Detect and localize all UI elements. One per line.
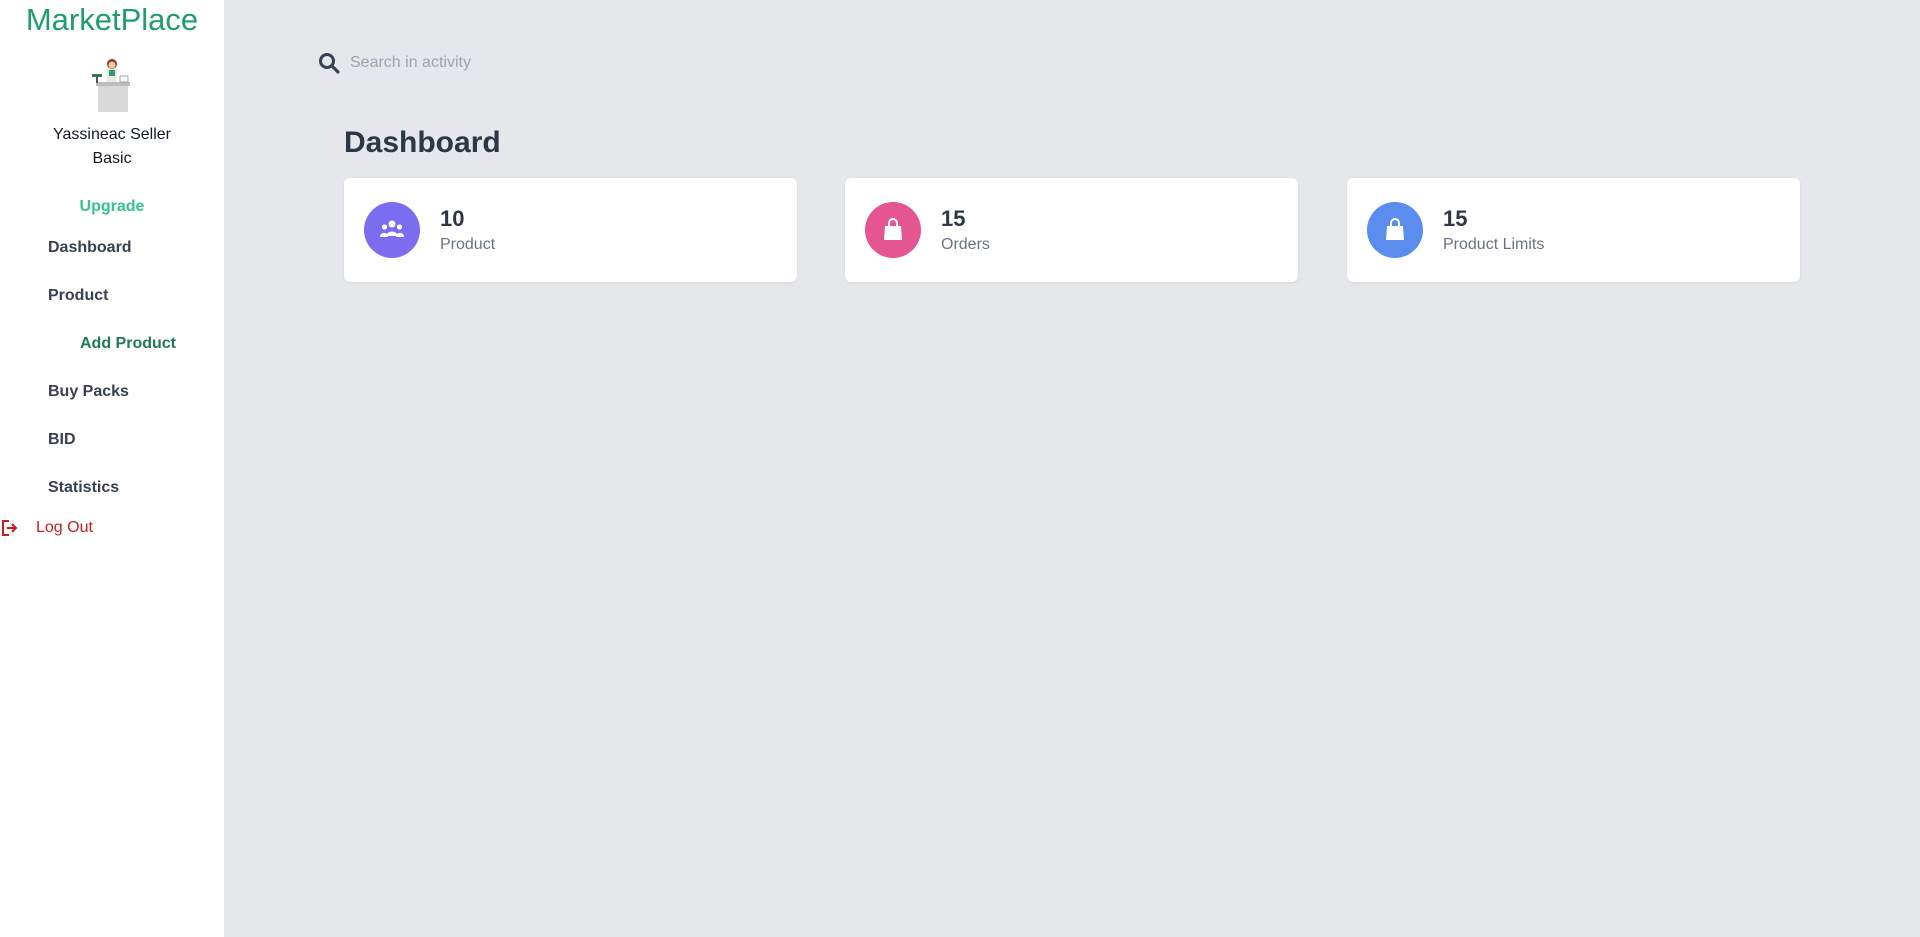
stat-icon-circle [865, 202, 921, 258]
logout-button[interactable]: Log Out [0, 518, 93, 538]
users-icon [380, 220, 404, 237]
search-input[interactable] [350, 54, 650, 72]
sidebar-item-buy-packs[interactable]: Buy Packs [48, 383, 129, 401]
brand-logo[interactable]: MarketPlace [0, 2, 224, 38]
sidebar: MarketPlace Yassineac Seller Basic Upgra… [0, 0, 224, 937]
stat-label: Orders [941, 236, 990, 253]
stat-card-orders[interactable]: 15 Orders [845, 178, 1298, 282]
user-name: Yassineac Seller [53, 126, 171, 143]
stat-value: 10 [440, 206, 465, 231]
sidebar-item-statistics[interactable]: Statistics [48, 479, 119, 497]
stat-card-product-limits[interactable]: 15 Product Limits [1347, 178, 1800, 282]
shopping-bag-icon [884, 218, 902, 240]
stat-value: 15 [1443, 206, 1468, 231]
stat-icon-circle [364, 202, 420, 258]
search-icon[interactable] [318, 52, 340, 74]
stat-icon-circle [1367, 202, 1423, 258]
stat-card-product[interactable]: 10 Product [344, 178, 797, 282]
page-title: Dashboard [344, 126, 501, 159]
sidebar-item-add-product[interactable]: Add Product [80, 335, 176, 353]
user-plan: Basic [92, 150, 132, 167]
stat-label: Product Limits [1443, 236, 1545, 253]
upgrade-link[interactable]: Upgrade [0, 198, 224, 216]
sidebar-item-product[interactable]: Product [48, 287, 108, 305]
stat-label: Product [440, 236, 496, 253]
logout-label: Log Out [36, 519, 93, 536]
shopping-bag-icon [1386, 218, 1404, 240]
sidebar-item-bid[interactable]: BID [48, 431, 76, 449]
search-bar [318, 52, 650, 74]
logout-icon [2, 520, 18, 536]
stat-value: 15 [941, 206, 966, 231]
sidebar-item-dashboard[interactable]: Dashboard [48, 239, 132, 257]
seller-avatar-icon [92, 59, 130, 112]
